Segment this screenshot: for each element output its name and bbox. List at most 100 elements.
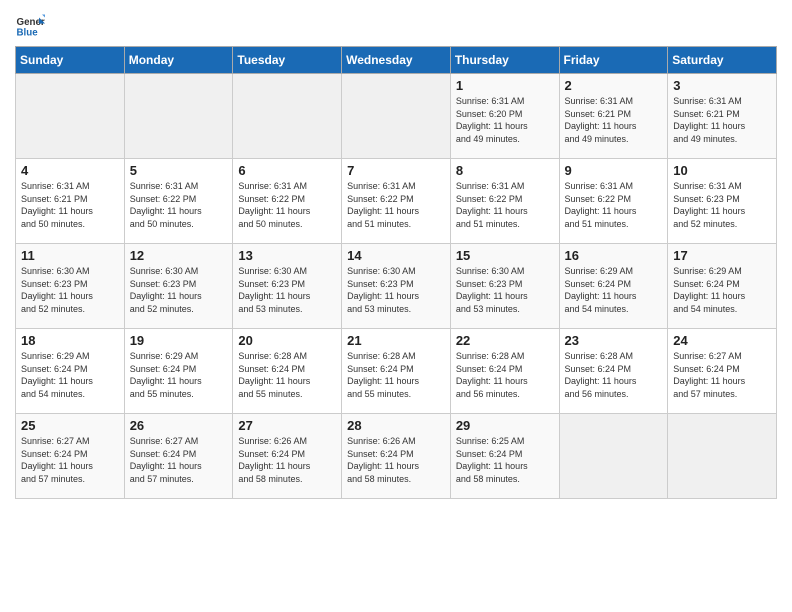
day-info: Sunrise: 6:30 AM Sunset: 6:23 PM Dayligh…: [130, 265, 228, 315]
day-cell: 18 Sunrise: 6:29 AM Sunset: 6:24 PM Dayli…: [16, 329, 125, 414]
day-info: Sunrise: 6:31 AM Sunset: 6:20 PM Dayligh…: [456, 95, 554, 145]
day-cell: 24Sunrise: 6:27 AM Sunset: 6:24 PM Dayli…: [668, 329, 777, 414]
day-number: 7: [347, 163, 445, 178]
day-info: Sunrise: 6:31 AM Sunset: 6:22 PM Dayligh…: [347, 180, 445, 230]
day-number: 8: [456, 163, 554, 178]
col-header-sunday: Sunday: [16, 47, 125, 74]
day-cell: 13 Sunrise: 6:30 AM Sunset: 6:23 PM Dayli…: [233, 244, 342, 329]
day-number: 6: [238, 163, 336, 178]
day-info: Sunrise: 6:26 AM Sunset: 6:24 PM Dayligh…: [347, 435, 445, 485]
week-row-4: 18 Sunrise: 6:29 AM Sunset: 6:24 PM Dayli…: [16, 329, 777, 414]
day-info: Sunrise: 6:30 AM Sunset: 6:23 PM Dayligh…: [456, 265, 554, 315]
day-cell: [124, 74, 233, 159]
day-cell: 1 Sunrise: 6:31 AM Sunset: 6:20 PM Daylig…: [450, 74, 559, 159]
day-cell: 9 Sunrise: 6:31 AM Sunset: 6:22 PM Daylig…: [559, 159, 668, 244]
calendar-page: General Blue SundayMondayTuesdayWednesda…: [0, 0, 792, 514]
day-number: 13: [238, 248, 336, 263]
day-number: 9: [565, 163, 663, 178]
day-info: Sunrise: 6:28 AM Sunset: 6:24 PM Dayligh…: [456, 350, 554, 400]
week-row-1: 1 Sunrise: 6:31 AM Sunset: 6:20 PM Daylig…: [16, 74, 777, 159]
day-cell: 8 Sunrise: 6:31 AM Sunset: 6:22 PM Daylig…: [450, 159, 559, 244]
day-number: 11: [21, 248, 119, 263]
day-cell: [16, 74, 125, 159]
day-number: 2: [565, 78, 663, 93]
day-number: 4: [21, 163, 119, 178]
day-number: 18: [21, 333, 119, 348]
day-number: 17: [673, 248, 771, 263]
day-cell: 14 Sunrise: 6:30 AM Sunset: 6:23 PM Dayli…: [342, 244, 451, 329]
day-info: Sunrise: 6:28 AM Sunset: 6:24 PM Dayligh…: [238, 350, 336, 400]
day-cell: 2 Sunrise: 6:31 AM Sunset: 6:21 PM Daylig…: [559, 74, 668, 159]
day-number: 27: [238, 418, 336, 433]
day-number: 1: [456, 78, 554, 93]
day-number: 12: [130, 248, 228, 263]
day-number: 20: [238, 333, 336, 348]
day-info: Sunrise: 6:31 AM Sunset: 6:21 PM Dayligh…: [21, 180, 119, 230]
day-cell: 22 Sunrise: 6:28 AM Sunset: 6:24 PM Dayli…: [450, 329, 559, 414]
day-cell: 21 Sunrise: 6:28 AM Sunset: 6:24 PM Dayli…: [342, 329, 451, 414]
day-info: Sunrise: 6:27 AM Sunset: 6:24 PM Dayligh…: [130, 435, 228, 485]
day-info: Sunrise: 6:31 AM Sunset: 6:22 PM Dayligh…: [238, 180, 336, 230]
col-header-tuesday: Tuesday: [233, 47, 342, 74]
day-info: Sunrise: 6:30 AM Sunset: 6:23 PM Dayligh…: [238, 265, 336, 315]
day-cell: 15Sunrise: 6:30 AM Sunset: 6:23 PM Dayli…: [450, 244, 559, 329]
day-info: Sunrise: 6:31 AM Sunset: 6:23 PM Dayligh…: [673, 180, 771, 230]
day-cell: 16 Sunrise: 6:29 AM Sunset: 6:24 PM Dayli…: [559, 244, 668, 329]
day-number: 28: [347, 418, 445, 433]
day-cell: 28 Sunrise: 6:26 AM Sunset: 6:24 PM Dayli…: [342, 414, 451, 499]
calendar-table: SundayMondayTuesdayWednesdayThursdayFrid…: [15, 46, 777, 499]
day-info: Sunrise: 6:31 AM Sunset: 6:21 PM Dayligh…: [673, 95, 771, 145]
day-number: 21: [347, 333, 445, 348]
day-cell: 11 Sunrise: 6:30 AM Sunset: 6:23 PM Dayli…: [16, 244, 125, 329]
week-row-5: 25 Sunrise: 6:27 AM Sunset: 6:24 PM Dayli…: [16, 414, 777, 499]
day-info: Sunrise: 6:27 AM Sunset: 6:24 PM Dayligh…: [673, 350, 771, 400]
day-number: 19: [130, 333, 228, 348]
day-info: Sunrise: 6:31 AM Sunset: 6:22 PM Dayligh…: [456, 180, 554, 230]
day-cell: 3 Sunrise: 6:31 AM Sunset: 6:21 PM Daylig…: [668, 74, 777, 159]
col-header-wednesday: Wednesday: [342, 47, 451, 74]
day-number: 22: [456, 333, 554, 348]
day-cell: [559, 414, 668, 499]
day-cell: 5Sunrise: 6:31 AM Sunset: 6:22 PM Daylig…: [124, 159, 233, 244]
day-cell: 27Sunrise: 6:26 AM Sunset: 6:24 PM Dayli…: [233, 414, 342, 499]
svg-text:Blue: Blue: [17, 28, 39, 39]
day-number: 3: [673, 78, 771, 93]
day-number: 5: [130, 163, 228, 178]
day-cell: 12 Sunrise: 6:30 AM Sunset: 6:23 PM Dayli…: [124, 244, 233, 329]
logo: General Blue: [15, 10, 49, 40]
day-info: Sunrise: 6:27 AM Sunset: 6:24 PM Dayligh…: [21, 435, 119, 485]
day-info: Sunrise: 6:30 AM Sunset: 6:23 PM Dayligh…: [21, 265, 119, 315]
day-info: Sunrise: 6:28 AM Sunset: 6:24 PM Dayligh…: [347, 350, 445, 400]
day-number: 10: [673, 163, 771, 178]
header: General Blue: [15, 10, 777, 40]
day-cell: 20 Sunrise: 6:28 AM Sunset: 6:24 PM Dayli…: [233, 329, 342, 414]
day-number: 25: [21, 418, 119, 433]
day-number: 26: [130, 418, 228, 433]
day-cell: [342, 74, 451, 159]
day-info: Sunrise: 6:31 AM Sunset: 6:22 PM Dayligh…: [565, 180, 663, 230]
day-info: Sunrise: 6:29 AM Sunset: 6:24 PM Dayligh…: [21, 350, 119, 400]
day-info: Sunrise: 6:29 AM Sunset: 6:24 PM Dayligh…: [130, 350, 228, 400]
col-header-thursday: Thursday: [450, 47, 559, 74]
header-row: SundayMondayTuesdayWednesdayThursdayFrid…: [16, 47, 777, 74]
day-info: Sunrise: 6:29 AM Sunset: 6:24 PM Dayligh…: [565, 265, 663, 315]
day-number: 14: [347, 248, 445, 263]
day-cell: 10 Sunrise: 6:31 AM Sunset: 6:23 PM Dayli…: [668, 159, 777, 244]
week-row-2: 4 Sunrise: 6:31 AM Sunset: 6:21 PM Daylig…: [16, 159, 777, 244]
day-cell: 23 Sunrise: 6:28 AM Sunset: 6:24 PM Dayli…: [559, 329, 668, 414]
day-cell: 17Sunrise: 6:29 AM Sunset: 6:24 PM Dayli…: [668, 244, 777, 329]
day-cell: 19 Sunrise: 6:29 AM Sunset: 6:24 PM Dayli…: [124, 329, 233, 414]
day-number: 29: [456, 418, 554, 433]
day-cell: 29 Sunrise: 6:25 AM Sunset: 6:24 PM Dayli…: [450, 414, 559, 499]
day-cell: 6 Sunrise: 6:31 AM Sunset: 6:22 PM Daylig…: [233, 159, 342, 244]
day-info: Sunrise: 6:25 AM Sunset: 6:24 PM Dayligh…: [456, 435, 554, 485]
week-row-3: 11 Sunrise: 6:30 AM Sunset: 6:23 PM Dayli…: [16, 244, 777, 329]
day-number: 16: [565, 248, 663, 263]
logo-icon: General Blue: [15, 10, 45, 40]
day-info: Sunrise: 6:30 AM Sunset: 6:23 PM Dayligh…: [347, 265, 445, 315]
col-header-monday: Monday: [124, 47, 233, 74]
day-info: Sunrise: 6:28 AM Sunset: 6:24 PM Dayligh…: [565, 350, 663, 400]
day-info: Sunrise: 6:31 AM Sunset: 6:21 PM Dayligh…: [565, 95, 663, 145]
day-number: 23: [565, 333, 663, 348]
day-cell: [668, 414, 777, 499]
